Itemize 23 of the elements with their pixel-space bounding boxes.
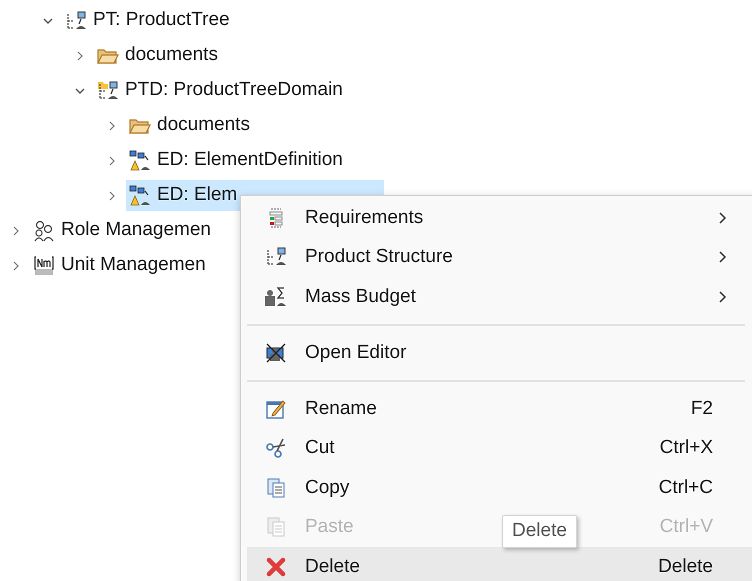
tree-item-label: ED: Elem xyxy=(157,183,238,208)
shortcut-label: F2 xyxy=(690,396,713,420)
tree-item-label: documents xyxy=(157,113,250,138)
tree-item-label: Unit Managemen xyxy=(61,253,206,278)
tree-item-label: ED: ElementDefinition xyxy=(157,148,343,172)
menu-item-label: Copy xyxy=(305,476,350,500)
menu-item-label: Rename xyxy=(305,396,377,420)
menu-item-label: Delete xyxy=(305,554,360,578)
shortcut-label: Ctrl+X xyxy=(660,436,713,460)
tree-item-label: PTD: ProductTreeDomain xyxy=(125,78,343,102)
tree-item-label: Role Managemen xyxy=(61,218,211,242)
shortcut-label: Ctrl+V xyxy=(660,515,713,539)
menu-item-label: Paste xyxy=(305,515,354,539)
menu-item-label: Mass Budget xyxy=(305,284,416,308)
menu-item-label: Product Structure xyxy=(305,245,453,269)
tooltip: Delete xyxy=(502,515,577,548)
menu-item-label: Cut xyxy=(305,436,335,460)
shortcut-label: Delete xyxy=(658,554,713,578)
tree-item-label: documents xyxy=(125,43,218,68)
menu-item-label: Requirements xyxy=(305,206,424,230)
tree-item-label: PT: ProductTree xyxy=(93,8,230,32)
menu-item-label: Open Editor xyxy=(305,340,406,364)
shortcut-label: Ctrl+C xyxy=(658,476,713,500)
